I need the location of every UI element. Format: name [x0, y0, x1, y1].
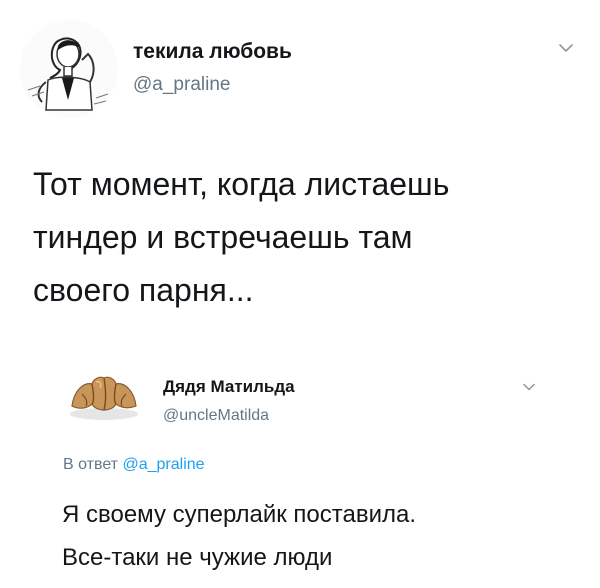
author-display-name[interactable]: текила любовь: [133, 40, 292, 64]
reply-author-display-name[interactable]: Дядя Матильда: [163, 377, 295, 397]
author-handle[interactable]: @a_praline: [133, 74, 230, 96]
woman-portrait-sketch-icon: [20, 20, 118, 118]
reply-text-line: Все-таки не чужие люди: [62, 544, 333, 571]
reply-text-line: Я своему суперлайк поставила.: [62, 501, 416, 528]
reply-author-handle[interactable]: @uncleMatilda: [163, 407, 269, 425]
in-reply-mention-link[interactable]: @a_praline: [122, 456, 204, 473]
tweet-text-line: Тот момент, когда листаешь: [33, 166, 450, 202]
croissant-icon: [62, 354, 146, 438]
chevron-down-icon[interactable]: [558, 42, 574, 54]
author-avatar[interactable]: [20, 20, 118, 118]
reply-author-avatar[interactable]: [62, 354, 146, 438]
reply-text: Я своему суперлайк поставила. Все-таки н…: [62, 493, 582, 579]
chevron-down-icon[interactable]: [522, 382, 536, 392]
in-reply-prefix: В ответ: [63, 456, 119, 473]
tweet-text-line: своего парня...: [33, 272, 254, 308]
tweet-text: Тот момент, когда листаешь тиндер и встр…: [33, 158, 573, 317]
tweet-text-line: тиндер и встречаешь там: [33, 219, 413, 255]
in-reply-to: В ответ @a_praline: [63, 456, 205, 474]
